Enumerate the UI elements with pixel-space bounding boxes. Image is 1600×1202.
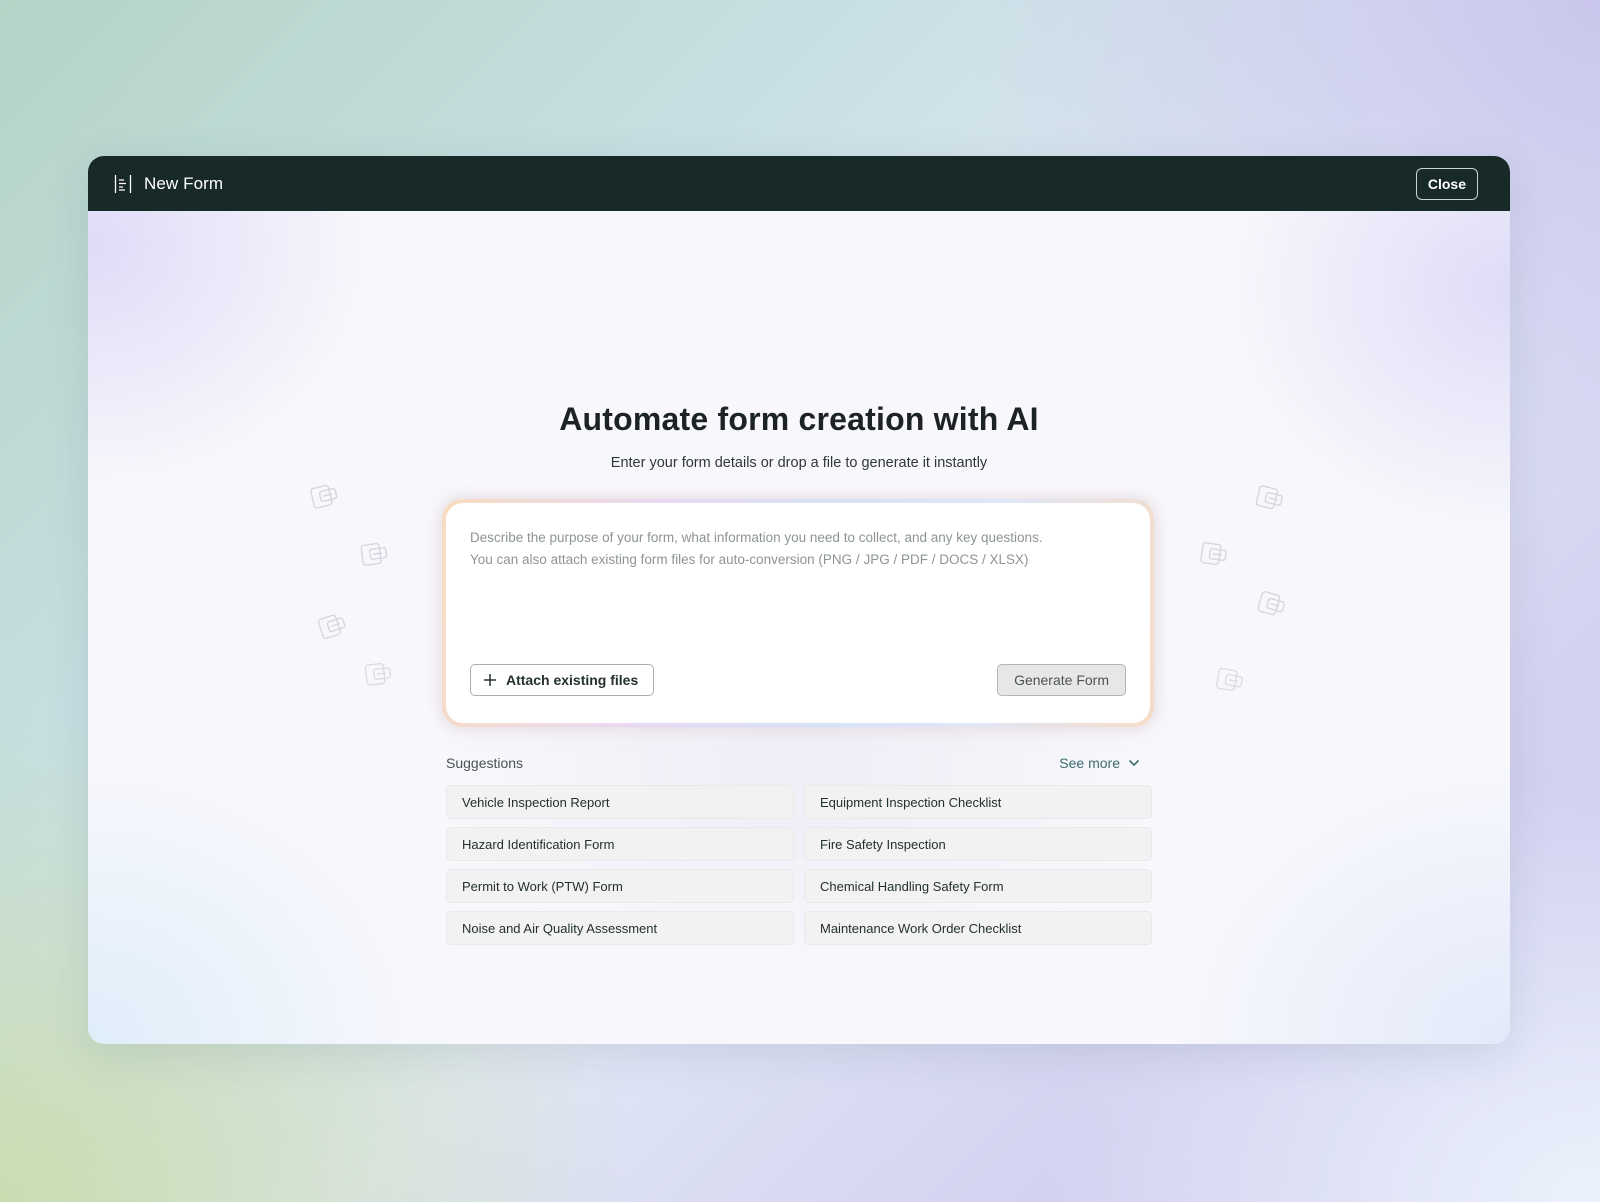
close-button[interactable]: Close <box>1415 167 1478 200</box>
prompt-placeholder-line: Describe the purpose of your form, what … <box>470 530 1043 545</box>
see-more-button[interactable]: See more <box>1059 755 1152 771</box>
suggestions-header: Suggestions See more <box>446 751 1152 775</box>
prompt-placeholder: Describe the purpose of your form, what … <box>470 527 1120 571</box>
plus-icon <box>483 673 497 687</box>
suggestion-chip[interactable]: Permit to Work (PTW) Form <box>446 869 794 903</box>
suggestion-chip[interactable]: Fire Safety Inspection <box>804 827 1152 861</box>
prompt-input[interactable]: Describe the purpose of your form, what … <box>446 503 1150 723</box>
suggestion-chip[interactable]: Noise and Air Quality Assessment <box>446 911 794 945</box>
suggestion-chip[interactable]: Maintenance Work Order Checklist <box>804 911 1152 945</box>
suggestions-section: Suggestions See more Vehicle Inspection … <box>446 751 1152 945</box>
form-card-icon <box>364 663 392 686</box>
chevron-down-icon <box>1128 759 1140 767</box>
attach-files-label: Attach existing files <box>506 672 639 688</box>
prompt-box-glow: Describe the purpose of your form, what … <box>442 499 1154 727</box>
form-card-icon <box>360 542 388 566</box>
modal-title: New Form <box>144 173 224 193</box>
prompt-placeholder-line: You can also attach existing form files … <box>470 552 1029 567</box>
suggestions-grid: Vehicle Inspection Report Equipment Insp… <box>446 785 1152 945</box>
suggestion-chip[interactable]: Equipment Inspection Checklist <box>804 785 1152 819</box>
page-subtitle: Enter your form details or drop a file t… <box>610 455 988 471</box>
see-more-label: See more <box>1059 755 1120 771</box>
modal-titlebar: New Form Close <box>88 156 1510 211</box>
form-card-icon <box>1200 542 1227 566</box>
new-form-modal: New Form Close Automate form creation wi… <box>88 156 1510 1044</box>
modal-content: Automate form creation with AI Enter you… <box>88 211 1510 1044</box>
generate-form-button[interactable]: Generate Form <box>997 664 1126 696</box>
form-document-icon <box>114 174 132 194</box>
suggestion-chip[interactable]: Chemical Handling Safety Form <box>804 869 1152 903</box>
suggestion-chip[interactable]: Vehicle Inspection Report <box>446 785 794 819</box>
suggestions-label: Suggestions <box>446 755 524 771</box>
suggestion-chip[interactable]: Hazard Identification Form <box>446 827 794 861</box>
form-card-icon <box>1216 667 1243 692</box>
attach-files-button[interactable]: Attach existing files <box>470 664 655 696</box>
page-title: Automate form creation with AI <box>559 401 1039 437</box>
